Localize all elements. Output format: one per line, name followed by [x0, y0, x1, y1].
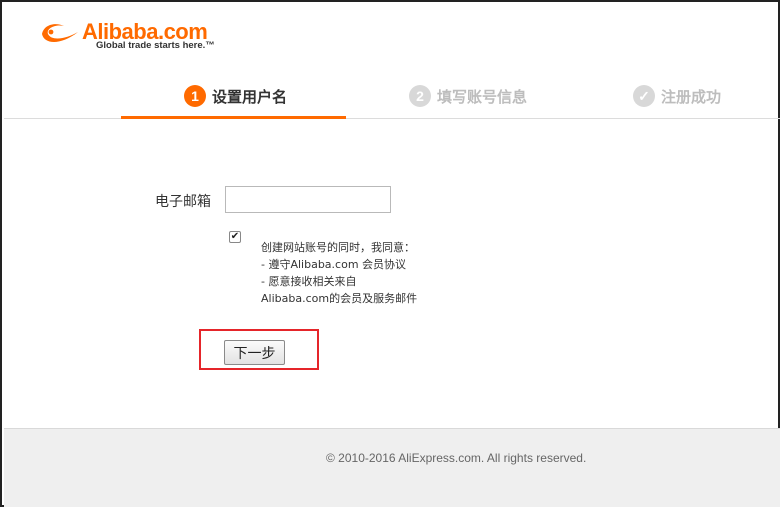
step-2-number: 2: [409, 85, 431, 107]
registration-steps: 1 设置用户名 2 填写账号信息 ✓ 注册成功: [4, 70, 780, 120]
step-fill-account-info: 2 填写账号信息: [409, 84, 527, 108]
next-step-button[interactable]: 下一步: [224, 340, 285, 365]
step-1-label: 设置用户名: [212, 87, 288, 106]
step-1-number: 1: [184, 85, 206, 107]
alibaba-smile-icon: [42, 24, 78, 42]
agreement-line: - 愿意接收相关来自: [261, 275, 357, 288]
email-label: 电子邮箱: [155, 194, 211, 210]
agree-checkbox[interactable]: ✔: [229, 231, 241, 243]
footer: © 2010-2016 AliExpress.com. All rights r…: [4, 428, 780, 507]
step-registration-success: ✓ 注册成功: [633, 84, 721, 108]
active-step-indicator: [121, 116, 346, 119]
step-set-username: 1 设置用户名: [184, 84, 287, 108]
step-2-label: 填写账号信息: [437, 87, 528, 106]
agreement-line: Alibaba.com的会员及服务邮件: [261, 292, 418, 305]
alibaba-logo[interactable]: Alibaba.com Global trade starts here.™: [38, 16, 228, 56]
logo-tagline: Global trade starts here.™: [96, 40, 215, 51]
email-field[interactable]: [225, 186, 391, 213]
page-frame: Alibaba.com Global trade starts here.™ 1…: [0, 0, 780, 507]
agreement-line: 创建网站账号的同时，我同意：: [261, 241, 415, 254]
check-circle-icon: ✓: [633, 85, 655, 107]
step-3-label: 注册成功: [661, 87, 722, 106]
copyright-text: © 2010-2016 AliExpress.com. All rights r…: [326, 451, 587, 465]
agreement-text: 创建网站账号的同时，我同意： - 遵守Alibaba.com 会员协议 - 愿意…: [261, 239, 461, 307]
agreement-line: - 遵守Alibaba.com 会员协议: [261, 258, 407, 271]
